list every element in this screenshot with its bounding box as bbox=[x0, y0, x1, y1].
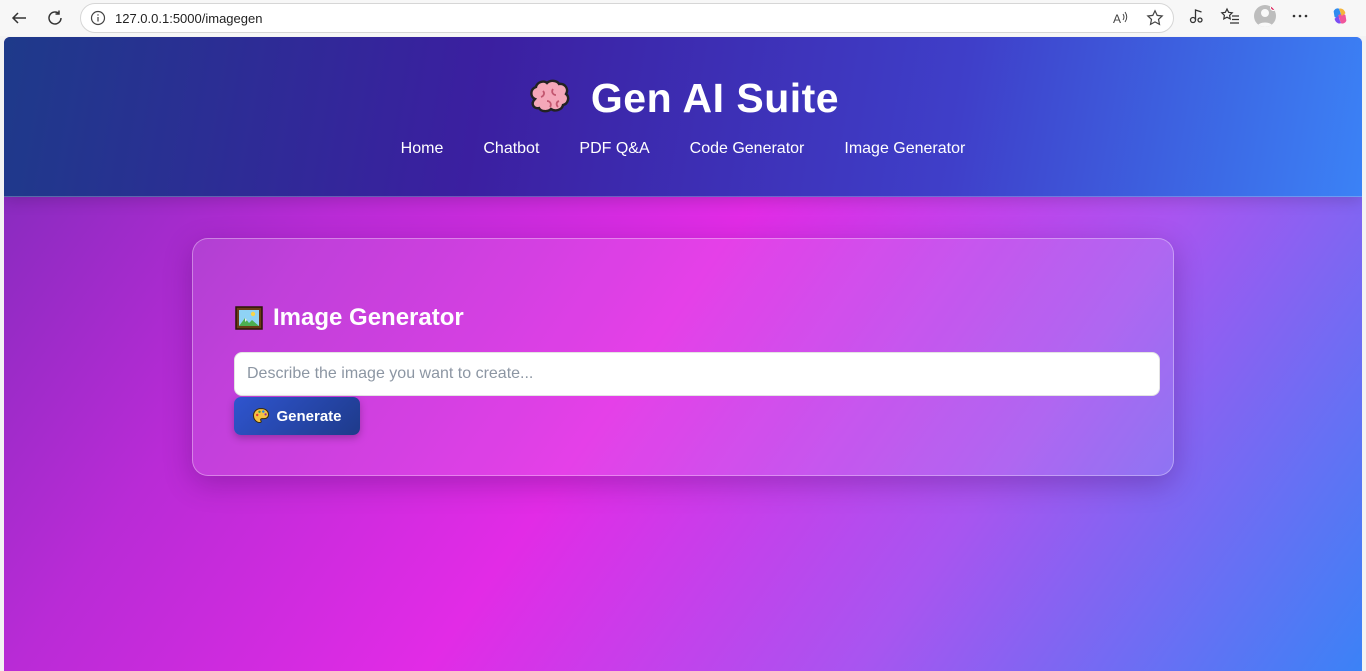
nav-code-generator[interactable]: Code Generator bbox=[690, 140, 805, 158]
site-title-text: Gen AI Suite bbox=[590, 75, 840, 121]
media-icon[interactable] bbox=[1186, 6, 1206, 26]
profile-icon[interactable] bbox=[1254, 5, 1276, 27]
address-bar[interactable]: 127.0.0.1:5000/imagegen A bbox=[80, 3, 1174, 33]
back-button[interactable] bbox=[6, 5, 32, 31]
page-viewport: Gen AI Suite Home Chatbot PDF Q&A Code G… bbox=[4, 37, 1362, 671]
picture-icon bbox=[235, 306, 263, 330]
read-aloud-icon[interactable]: A bbox=[1111, 8, 1131, 28]
prompt-input[interactable] bbox=[234, 352, 1160, 396]
brain-icon bbox=[530, 79, 570, 112]
back-arrow-icon bbox=[11, 12, 26, 24]
svg-text:A: A bbox=[1113, 12, 1121, 26]
browser-toolbar: 127.0.0.1:5000/imagegen A bbox=[0, 0, 1366, 36]
notification-dot bbox=[1270, 5, 1276, 11]
more-icon[interactable] bbox=[1290, 6, 1310, 26]
copilot-icon[interactable] bbox=[1330, 6, 1350, 26]
reload-button[interactable] bbox=[42, 5, 68, 31]
card-title: Image Generator bbox=[235, 304, 464, 332]
info-icon[interactable] bbox=[89, 9, 107, 27]
url-text[interactable]: 127.0.0.1:5000/imagegen bbox=[115, 11, 262, 26]
card-title-text: Image Generator bbox=[273, 304, 464, 331]
nav-image-generator[interactable]: Image Generator bbox=[844, 140, 965, 158]
generate-button-label: Generate bbox=[276, 407, 342, 425]
main-nav: Home Chatbot PDF Q&A Code Generator Imag… bbox=[4, 140, 1362, 158]
palette-icon bbox=[253, 407, 270, 424]
favorite-star-icon[interactable] bbox=[1145, 8, 1165, 28]
reload-icon bbox=[48, 10, 62, 25]
site-title: Gen AI Suite bbox=[4, 75, 1362, 122]
image-generator-card: Image Generator Generate bbox=[192, 238, 1174, 476]
nav-home[interactable]: Home bbox=[401, 140, 444, 158]
nav-pdf-qa[interactable]: PDF Q&A bbox=[579, 140, 649, 158]
favorites-list-icon[interactable] bbox=[1220, 6, 1240, 26]
site-header: Gen AI Suite Home Chatbot PDF Q&A Code G… bbox=[4, 37, 1362, 197]
nav-chatbot[interactable]: Chatbot bbox=[483, 140, 539, 158]
generate-button[interactable]: Generate bbox=[234, 397, 360, 435]
